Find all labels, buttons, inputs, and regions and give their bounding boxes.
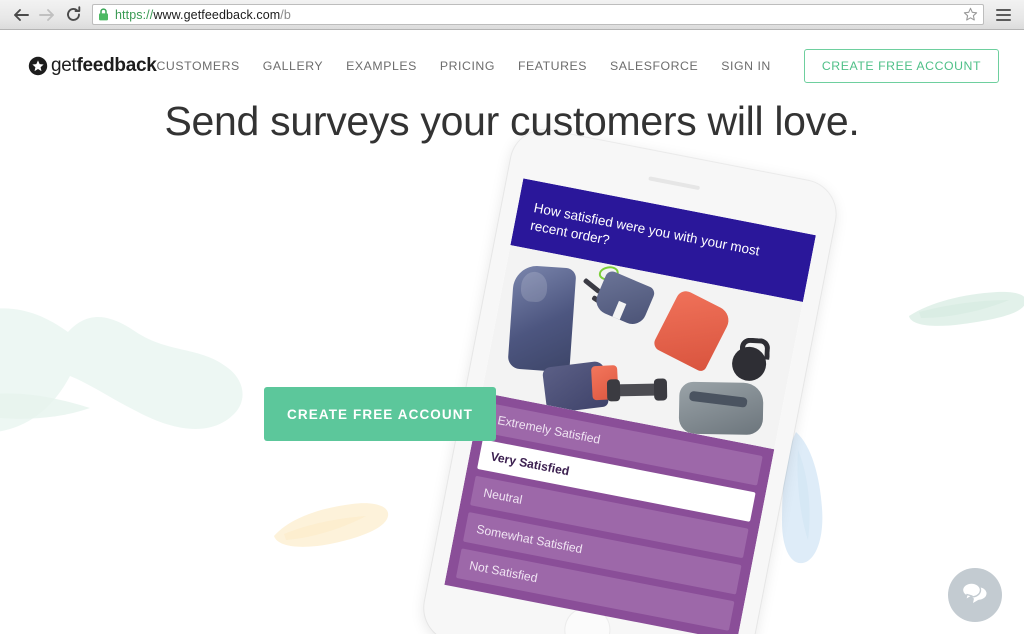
photo-item-tank-top <box>651 287 734 373</box>
page-title: Send surveys your customers will love. <box>164 98 860 144</box>
nav-item-examples[interactable]: EXAMPLES <box>346 59 417 73</box>
page-viewport: getfeedback CUSTOMERS GALLERY EXAMPLES P… <box>0 30 1024 634</box>
site-logo[interactable]: getfeedback <box>28 55 157 77</box>
hamburger-menu-icon[interactable] <box>992 2 1014 28</box>
logo-wordmark: getfeedback <box>51 55 157 77</box>
reload-button[interactable] <box>60 2 86 28</box>
nav-item-gallery[interactable]: GALLERY <box>263 59 323 73</box>
secure-lock-icon <box>98 8 109 21</box>
nav-item-salesforce[interactable]: SALESFORCE <box>610 59 698 73</box>
reload-icon <box>65 6 82 23</box>
header-create-free-account-button[interactable]: CREATE FREE ACCOUNT <box>803 49 1000 83</box>
brush-stroke-mint-right <box>909 291 1024 326</box>
main-navigation: CUSTOMERS GALLERY EXAMPLES PRICING FEATU… <box>157 49 1000 83</box>
chat-bubbles-icon <box>961 581 988 609</box>
nav-item-pricing[interactable]: PRICING <box>440 59 495 73</box>
back-arrow-icon <box>13 8 29 22</box>
photo-item-jacket <box>507 264 577 373</box>
hero-create-free-account-button[interactable]: CREATE FREE ACCOUNT <box>264 387 496 441</box>
forward-arrow-icon <box>39 8 55 22</box>
url-text: https://www.getfeedback.com/b <box>115 8 291 22</box>
forward-button[interactable] <box>34 2 60 28</box>
url-path: /b <box>280 7 291 22</box>
bookmark-star-icon[interactable] <box>963 7 978 22</box>
nav-item-features[interactable]: FEATURES <box>518 59 587 73</box>
phone-mockup: How satisfied were you with your most re… <box>418 124 842 634</box>
brush-stroke-cream <box>274 503 389 547</box>
star-circle-icon <box>28 56 48 76</box>
logo-text-get: get <box>51 55 77 76</box>
logo-text-feedback: feedback <box>76 55 157 76</box>
photo-item-kettlebell <box>731 345 768 382</box>
nav-item-customers[interactable]: CUSTOMERS <box>157 59 240 73</box>
url-scheme: https:// <box>115 7 154 22</box>
photo-item-dumbbell <box>611 383 664 397</box>
nav-item-sign-in[interactable]: SIGN IN <box>721 59 771 73</box>
back-button[interactable] <box>8 2 34 28</box>
address-bar[interactable]: https://www.getfeedback.com/b <box>92 4 984 25</box>
site-header: getfeedback CUSTOMERS GALLERY EXAMPLES P… <box>0 30 1024 102</box>
url-host: www.getfeedback.com <box>153 7 281 22</box>
photo-item-duffel-bag <box>678 381 764 435</box>
browser-toolbar: https://www.getfeedback.com/b <box>0 0 1024 30</box>
brush-stroke-mint-left <box>0 308 243 432</box>
chat-widget-button[interactable] <box>948 568 1002 622</box>
